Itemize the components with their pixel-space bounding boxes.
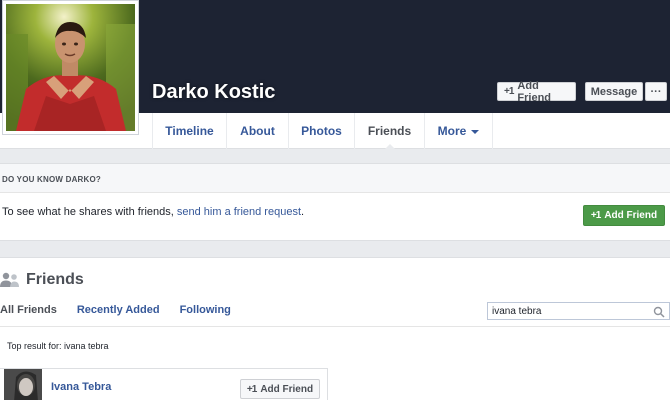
profile-picture[interactable] bbox=[2, 0, 139, 135]
tab-friends[interactable]: Friends bbox=[355, 113, 425, 150]
tab-all-friends[interactable]: All Friends bbox=[0, 304, 57, 316]
search-icon[interactable] bbox=[653, 306, 665, 318]
friends-section: Friends All Friends Recently Added Follo… bbox=[0, 257, 670, 400]
message-button[interactable]: Message bbox=[585, 82, 643, 101]
add-friend-icon: +1 bbox=[504, 86, 514, 97]
friends-search bbox=[487, 302, 670, 320]
do-you-know-text-start: To see what he shares with friends, bbox=[2, 206, 177, 218]
tab-recently-added[interactable]: Recently Added bbox=[77, 304, 160, 316]
tab-more-label: More bbox=[437, 124, 467, 138]
friend-result-row: Ivana Tebra +1 Add Friend bbox=[0, 368, 328, 400]
do-you-know-header: DO YOU KNOW DARKO? bbox=[0, 164, 670, 193]
tab-photos[interactable]: Photos bbox=[289, 113, 355, 149]
do-you-know-card: DO YOU KNOW DARKO? To see what he shares… bbox=[0, 163, 670, 241]
add-friend-icon: +1 bbox=[590, 210, 601, 221]
avatar-image bbox=[4, 369, 42, 400]
friends-search-input[interactable] bbox=[488, 303, 648, 319]
message-label: Message bbox=[590, 85, 638, 98]
friends-tabs: All Friends Recently Added Following bbox=[0, 304, 231, 316]
tab-about[interactable]: About bbox=[227, 113, 289, 149]
tab-following[interactable]: Following bbox=[180, 304, 231, 316]
do-you-know-text: To see what he shares with friends, send… bbox=[2, 206, 304, 218]
send-friend-request-link[interactable]: send him a friend request bbox=[177, 206, 301, 218]
avatar[interactable] bbox=[4, 369, 42, 400]
tab-more[interactable]: More bbox=[425, 113, 493, 149]
ellipsis-icon: ··· bbox=[650, 85, 662, 98]
add-friend-green-label: Add Friend bbox=[604, 210, 658, 221]
tab-timeline[interactable]: Timeline bbox=[153, 113, 227, 149]
friends-icon bbox=[0, 272, 19, 287]
add-friend-green-button[interactable]: +1 Add Friend bbox=[583, 205, 665, 226]
friends-title: Friends bbox=[0, 271, 84, 289]
top-result-text: Top result for: ivana tebra bbox=[7, 341, 109, 351]
friends-heading: Friends bbox=[26, 271, 84, 288]
add-friend-icon: +1 bbox=[246, 383, 257, 395]
add-friend-label: Add Friend bbox=[517, 79, 552, 104]
profile-photo-image bbox=[6, 4, 135, 131]
friend-name-link[interactable]: Ivana Tebra bbox=[51, 381, 111, 393]
profile-name[interactable]: Darko Kostic bbox=[152, 81, 275, 104]
add-friend-row-label: Add Friend bbox=[260, 383, 314, 395]
divider bbox=[0, 326, 670, 327]
caret-down-icon bbox=[471, 129, 480, 134]
profile-tabs: Timeline About Photos Friends More bbox=[152, 113, 493, 150]
add-friend-row-button[interactable]: +1 Add Friend bbox=[240, 379, 320, 399]
more-options-button[interactable]: ··· bbox=[645, 82, 667, 101]
do-you-know-text-end: . bbox=[301, 206, 305, 218]
add-friend-button[interactable]: +1 Add Friend bbox=[497, 79, 576, 104]
